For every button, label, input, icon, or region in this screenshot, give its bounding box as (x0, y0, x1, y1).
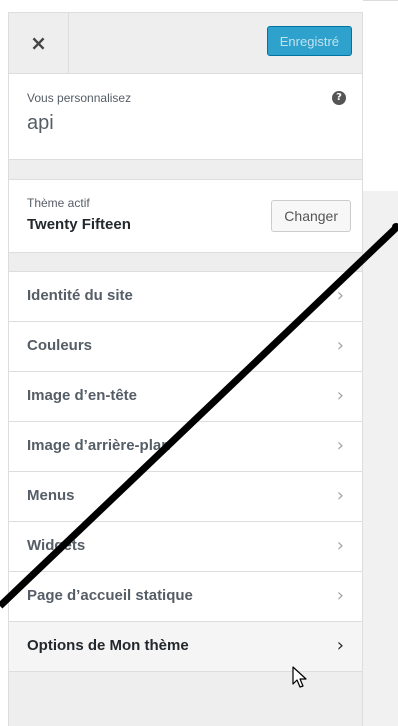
chevron-right-icon: › (336, 585, 344, 606)
chevron-right-icon: › (336, 385, 344, 406)
section-theme-options[interactable]: Options de Mon thème › (9, 622, 362, 672)
active-theme-label: Thème actif (27, 196, 90, 210)
section-widgets[interactable]: Widgets › (9, 522, 362, 572)
section-label: Options de Mon thème (27, 637, 189, 654)
chevron-right-icon: › (336, 485, 344, 506)
customizer-header: × Enregistré (9, 13, 362, 74)
chevron-right-icon: › (336, 535, 344, 556)
site-name: api (27, 112, 54, 134)
customizing-label: Vous personnalisez (27, 91, 132, 105)
chevron-right-icon: › (336, 435, 344, 456)
section-background-image[interactable]: Image d’arrière-plan › (9, 422, 362, 472)
close-icon: × (30, 31, 47, 55)
section-site-identity[interactable]: Identité du site › (9, 272, 362, 322)
preview-top (363, 0, 398, 191)
section-menus[interactable]: Menus › (9, 472, 362, 522)
chevron-right-icon: › (336, 285, 344, 306)
section-label: Page d’accueil statique (27, 587, 193, 604)
site-info-panel: Vous personnalisez api ? (9, 74, 362, 160)
section-colors[interactable]: Couleurs › (9, 322, 362, 372)
section-header-image[interactable]: Image d’en-tête › (9, 372, 362, 422)
close-button[interactable]: × (9, 13, 69, 73)
help-icon[interactable]: ? (332, 91, 346, 105)
section-label: Widgets (27, 537, 86, 554)
section-static-front-page[interactable]: Page d’accueil statique › (9, 572, 362, 622)
section-list: Identité du site › Couleurs › Image d’en… (9, 271, 362, 672)
mouse-cursor-icon (292, 666, 307, 688)
section-label: Image d’arrière-plan (27, 437, 171, 454)
change-theme-button[interactable]: Changer (271, 200, 351, 232)
chevron-right-icon: › (336, 635, 344, 656)
customizer-screen: × Enregistré Vous personnalisez api ? Th… (0, 0, 398, 726)
chevron-right-icon: › (336, 335, 344, 356)
save-button[interactable]: Enregistré (266, 26, 352, 56)
active-theme-panel: Thème actif Twenty Fifteen Changer (9, 179, 362, 253)
section-label: Couleurs (27, 337, 93, 354)
active-theme-name: Twenty Fifteen (27, 216, 131, 233)
customizer-sidebar: × Enregistré Vous personnalisez api ? Th… (8, 12, 363, 726)
section-label: Image d’en-tête (27, 387, 138, 404)
section-label: Identité du site (27, 287, 133, 304)
section-label: Menus (27, 487, 75, 504)
